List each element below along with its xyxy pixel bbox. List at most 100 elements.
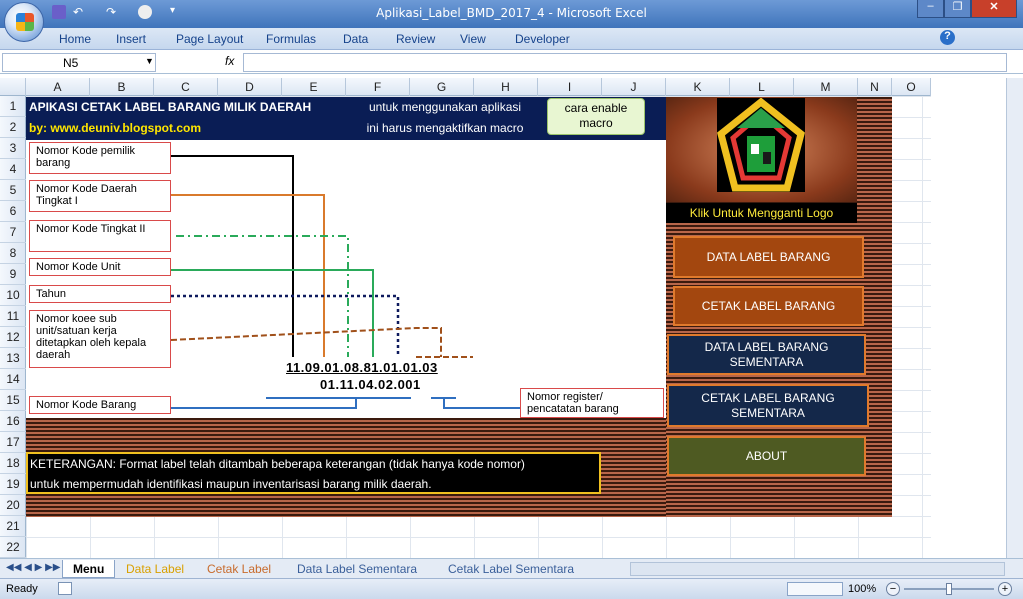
horizontal-scrollbar[interactable] <box>630 562 1005 576</box>
sheet-tab-cetak-sementara[interactable]: Cetak Label Sementara <box>438 560 584 578</box>
save-icon[interactable] <box>52 5 66 19</box>
row-header[interactable]: 14 <box>0 369 26 390</box>
select-all[interactable] <box>0 78 26 96</box>
formula-input[interactable] <box>243 53 1007 72</box>
cetak-label-button[interactable]: CETAK LABEL BARANG <box>673 286 864 326</box>
sheet-tab-data-label[interactable]: Data Label <box>116 560 194 578</box>
row-header[interactable]: 12 <box>0 327 26 348</box>
fx-icon[interactable]: fx <box>225 54 234 68</box>
cetak-sementara-button[interactable]: CETAK LABEL BARANG SEMENTARA <box>667 384 869 427</box>
zoom-in-icon[interactable]: + <box>998 582 1012 596</box>
name-box[interactable]: N5 <box>2 53 156 72</box>
row-header[interactable]: 17 <box>0 432 26 453</box>
column-header[interactable]: O <box>892 78 931 96</box>
ribbon: Home Insert Page Layout Formulas Data Re… <box>0 28 1023 50</box>
code-line-1: 11.09.01.08.81.01.01.03 <box>286 360 438 375</box>
keterangan-line-1: KETERANGAN: Format label telah ditambah … <box>30 457 525 471</box>
customize-qat-icon[interactable]: ▾ <box>170 5 184 19</box>
column-header[interactable]: C <box>154 78 218 96</box>
zoom-level[interactable]: 100% <box>848 583 876 595</box>
column-header[interactable]: I <box>538 78 602 96</box>
column-header[interactable]: H <box>474 78 538 96</box>
row-header[interactable]: 4 <box>0 159 26 180</box>
tab-review[interactable]: Review <box>396 32 435 46</box>
sheet-title: APIKASI CETAK LABEL BARANG MILIK DAERAH <box>29 100 312 114</box>
row-header[interactable]: 11 <box>0 306 26 327</box>
row-header[interactable]: 3 <box>0 138 26 159</box>
undo-icon[interactable]: ↶ <box>73 5 87 19</box>
row-header[interactable]: 15 <box>0 390 26 411</box>
zoom-slider-thumb[interactable] <box>946 583 952 595</box>
row-header[interactable]: 1 <box>0 96 26 117</box>
row-header[interactable]: 10 <box>0 285 26 306</box>
row-header[interactable]: 5 <box>0 180 26 201</box>
redo-icon[interactable]: ↷ <box>106 5 120 19</box>
change-logo-label[interactable]: Klik Untuk Mengganti Logo <box>666 203 857 223</box>
label-kode-barang: Nomor Kode Barang <box>29 396 171 414</box>
status-ready: Ready <box>6 583 38 595</box>
tab-developer[interactable]: Developer <box>515 32 570 46</box>
tab-insert[interactable]: Insert <box>116 32 146 46</box>
sheet-tab-menu[interactable]: Menu <box>62 560 116 578</box>
label-kode-unit: Nomor Kode Unit <box>29 258 171 276</box>
row-header[interactable]: 6 <box>0 201 26 222</box>
chevron-down-icon[interactable]: ▼ <box>145 56 154 66</box>
row-header[interactable]: 18 <box>0 453 26 474</box>
column-header[interactable]: A <box>26 78 90 96</box>
code-line-2: 01.11.04.02.001 <box>320 377 421 392</box>
row-header[interactable]: 2 <box>0 117 26 138</box>
column-header[interactable]: M <box>794 78 858 96</box>
row-header[interactable]: 20 <box>0 495 26 516</box>
column-header[interactable]: K <box>666 78 730 96</box>
info-line-1: untuk menggunakan aplikasi <box>345 98 545 116</box>
column-header[interactable]: D <box>218 78 282 96</box>
tab-home[interactable]: Home <box>59 32 91 46</box>
tab-page-layout[interactable]: Page Layout <box>176 32 243 46</box>
column-header[interactable]: L <box>730 78 794 96</box>
column-header[interactable]: E <box>282 78 346 96</box>
column-header[interactable]: G <box>410 78 474 96</box>
minimize-button[interactable]: – <box>917 0 944 18</box>
enable-macro-button[interactable]: cara enable macro <box>547 98 645 135</box>
label-kode-daerah-2: Nomor Kode Tingkat II <box>29 220 171 252</box>
keterangan-box: KETERANGAN: Format label telah ditambah … <box>26 452 601 494</box>
row-header[interactable]: 21 <box>0 516 26 537</box>
sheet-tab-data-sementara[interactable]: Data Label Sementara <box>287 560 427 578</box>
column-header[interactable]: N <box>858 78 892 96</box>
row-header[interactable]: 16 <box>0 411 26 432</box>
info-line-2: ini harus mengaktifkan macro <box>345 119 545 137</box>
data-sementara-button[interactable]: DATA LABEL BARANG SEMENTARA <box>667 334 866 375</box>
row-header[interactable]: 9 <box>0 264 26 285</box>
sheet-tab-cetak-label[interactable]: Cetak Label <box>197 560 281 578</box>
zoom-out-icon[interactable]: − <box>886 582 900 596</box>
column-header[interactable]: F <box>346 78 410 96</box>
column-header[interactable]: J <box>602 78 666 96</box>
vertical-scrollbar[interactable] <box>1006 78 1023 558</box>
column-header[interactable]: B <box>90 78 154 96</box>
view-buttons[interactable] <box>787 582 843 596</box>
row-header[interactable]: 13 <box>0 348 26 369</box>
keterangan-line-2: untuk mempermudah identifikasi maupun in… <box>30 477 432 491</box>
row-header[interactable]: 8 <box>0 243 26 264</box>
tab-nav-icons[interactable]: ◀◀ ◀ ▶ ▶▶ <box>6 562 60 573</box>
row-header[interactable]: 22 <box>0 537 26 558</box>
label-kode-daerah-1: Nomor Kode Daerah Tingkat I <box>29 180 171 212</box>
about-button[interactable]: ABOUT <box>667 436 866 476</box>
tab-data[interactable]: Data <box>343 32 368 46</box>
macro-record-icon[interactable] <box>58 582 72 595</box>
help-icon[interactable]: ? <box>940 30 955 45</box>
circle-icon[interactable] <box>138 5 152 19</box>
office-button[interactable] <box>4 2 44 42</box>
regional-emblem-icon[interactable] <box>717 98 805 192</box>
label-register: Nomor register/ pencatatan barang <box>520 388 664 418</box>
tab-formulas[interactable]: Formulas <box>266 32 316 46</box>
close-button[interactable]: ✕ <box>971 0 1017 18</box>
sheet-tab-bar: ◀◀ ◀ ▶ ▶▶ Menu Data Label Cetak Label Da… <box>0 558 1023 578</box>
row-header[interactable]: 19 <box>0 474 26 495</box>
row-header[interactable]: 7 <box>0 222 26 243</box>
tab-view[interactable]: View <box>460 32 486 46</box>
column-headers: A B C D E F G H I J K L M N O <box>0 78 931 96</box>
data-label-button[interactable]: DATA LABEL BARANG <box>673 236 864 278</box>
label-tahun: Tahun <box>29 285 171 303</box>
maximize-button[interactable]: ❐ <box>944 0 971 18</box>
